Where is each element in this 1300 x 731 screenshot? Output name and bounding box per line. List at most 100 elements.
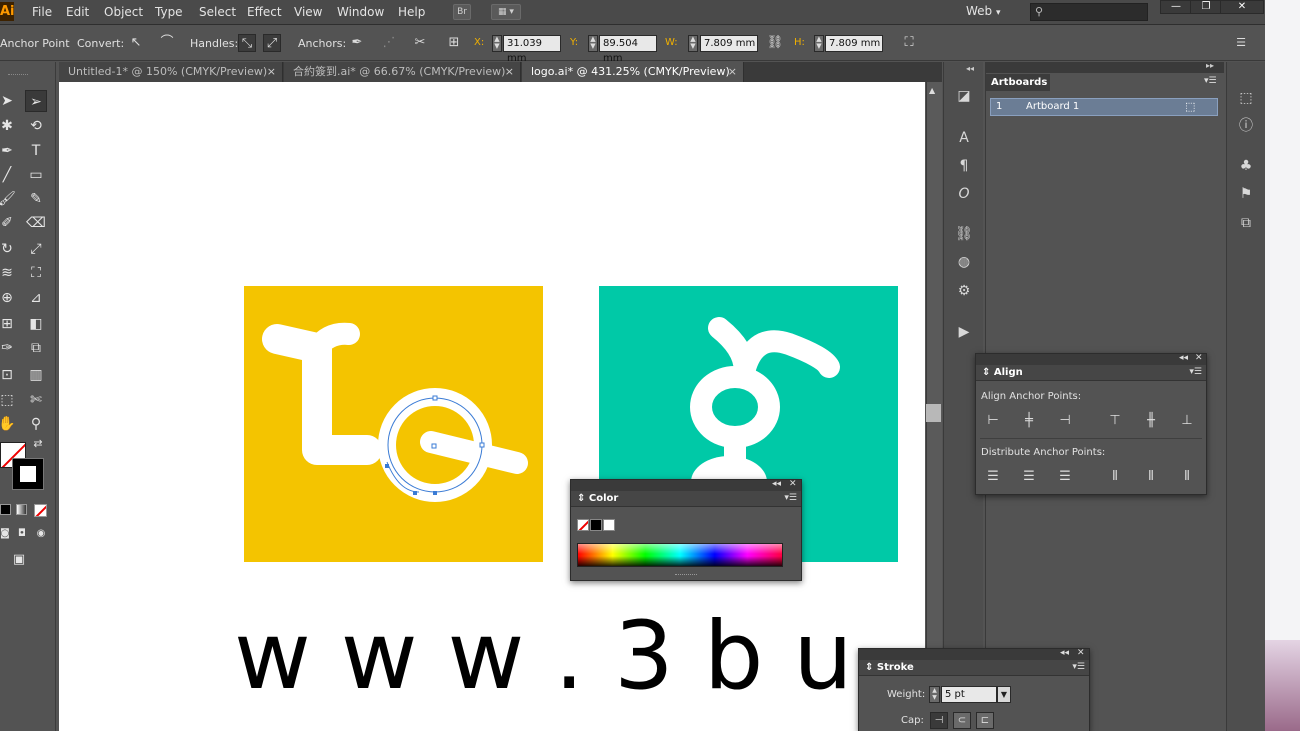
blend-tool-icon[interactable]: ⧉ [25, 337, 47, 359]
align-right-icon[interactable]: ⊣ [1054, 411, 1076, 431]
tab-contract[interactable]: 合約簽到.ai* @ 66.67% (CMYK/Preview) × [284, 62, 521, 82]
document-info-icon[interactable]: ⚙ [954, 281, 974, 301]
h-stepper[interactable]: ▲ ▼ [814, 35, 824, 52]
artboard-tool-icon[interactable]: ⬚ [0, 389, 18, 411]
distribute-right-icon[interactable]: ⫴ [1176, 467, 1198, 487]
slice-tool-icon[interactable]: ✄ [25, 389, 47, 411]
show-handles-icon[interactable]: ⤡ [238, 34, 256, 52]
remove-anchor-icon[interactable]: ✒ [348, 34, 366, 52]
x-field[interactable]: 31.039 mm [503, 35, 561, 64]
image-trace-icon[interactable]: ◍ [954, 252, 974, 272]
screen-mode-icon[interactable]: ▣ [8, 549, 30, 571]
menu-view[interactable]: View [294, 5, 322, 19]
close-icon[interactable]: ✕ [789, 479, 797, 489]
stroke-swatch[interactable] [12, 458, 44, 490]
panel-menu-icon[interactable]: ▾☰ [1072, 662, 1085, 672]
artboards-tab[interactable]: Artboards [986, 74, 1050, 91]
align-panel-title[interactable]: ⇕ Align [982, 367, 1023, 378]
restore-button[interactable]: ❐ [1190, 0, 1222, 14]
distribute-top-icon[interactable]: ☰ [982, 467, 1004, 487]
draw-normal-icon[interactable]: ◙ [0, 526, 13, 542]
minimize-button[interactable]: — [1160, 0, 1192, 14]
shape-builder-icon[interactable]: ⊕ [0, 287, 18, 309]
black-swatch[interactable] [590, 519, 602, 531]
align-vertical-center-icon[interactable]: ╫ [1140, 411, 1162, 431]
tab-untitled[interactable]: Untitled-1* @ 150% (CMYK/Preview) × [59, 62, 283, 82]
weight-dropdown-icon[interactable]: ▼ [997, 686, 1011, 703]
rectangle-tool-icon[interactable]: ▭ [25, 164, 47, 186]
mesh-tool-icon[interactable]: ⊞ [0, 313, 18, 335]
distribute-bottom-icon[interactable]: ☰ [1054, 467, 1076, 487]
symbols-icon[interactable]: ♣ [1236, 156, 1256, 176]
line-tool-icon[interactable]: ╱ [0, 164, 18, 186]
align-top-icon[interactable]: ⊤ [1104, 411, 1126, 431]
blob-brush-icon[interactable]: ✐ [0, 212, 18, 234]
opentype-icon[interactable]: O [954, 184, 974, 204]
stroke-panel-title[interactable]: ⇕ Stroke [865, 662, 914, 673]
menu-type[interactable]: Type [155, 5, 183, 19]
draw-behind-icon[interactable]: ◘ [14, 526, 30, 542]
type-tool-icon[interactable]: T [25, 140, 47, 162]
warp-tool-icon[interactable]: ≋ [0, 262, 18, 284]
rotate-tool-icon[interactable]: ↻ [0, 238, 18, 260]
collapse-icon[interactable]: ◂◂ [966, 64, 974, 73]
swap-fill-stroke-icon[interactable]: ⇄ [30, 436, 46, 452]
panel-menu-icon[interactable]: ▾☰ [784, 493, 797, 503]
artboards-icon[interactable]: ⬚ [1236, 88, 1256, 108]
links-icon[interactable]: ⛓ [954, 224, 974, 244]
character-icon[interactable]: A [954, 128, 974, 148]
brushes-icon[interactable]: ⚑ [1236, 184, 1256, 204]
round-cap-icon[interactable]: ⊂ [953, 712, 971, 729]
cut-path-icon[interactable]: ✂ [411, 34, 429, 52]
search-input[interactable]: ⚲ [1030, 3, 1148, 21]
panel-menu-icon[interactable]: ☰ [1232, 34, 1250, 52]
x-stepper[interactable]: ▲ ▼ [492, 35, 502, 52]
align-bottom-icon[interactable]: ⊥ [1176, 411, 1198, 431]
column-graph-icon[interactable]: ▥ [25, 364, 47, 386]
distribute-left-icon[interactable]: ⫴ [1104, 467, 1126, 487]
scroll-thumb[interactable] [926, 404, 941, 422]
paragraph-icon[interactable]: ¶ [954, 156, 974, 176]
color-mode-icon[interactable] [0, 504, 11, 515]
menu-select[interactable]: Select [199, 5, 236, 19]
draw-inside-icon[interactable]: ◉ [33, 526, 49, 542]
perspective-grid-icon[interactable]: ⊿ [25, 287, 47, 309]
hide-handles-icon[interactable]: ⤢ [263, 34, 281, 52]
panel-menu-icon[interactable]: ▾☰ [1204, 76, 1217, 86]
resize-grip[interactable] [675, 574, 697, 578]
paintbrush-icon[interactable]: 🖌 [0, 188, 18, 210]
y-stepper[interactable]: ▲ ▼ [588, 35, 598, 52]
collapse-icon[interactable]: ◂◂ [1179, 353, 1188, 363]
reference-point-icon[interactable]: ⊞ [445, 34, 463, 52]
convert-smooth-icon[interactable]: ⌒ [158, 34, 176, 52]
lasso-icon[interactable]: ⟲ [25, 115, 47, 137]
distribute-hcenter-icon[interactable]: ⫴ [1140, 467, 1162, 487]
connect-anchors-icon[interactable]: ⋰ [380, 34, 398, 52]
symbol-sprayer-icon[interactable]: ⊡ [0, 364, 18, 386]
artboard-canvas[interactable]: w w w . 3 b u [59, 82, 925, 731]
menu-edit[interactable]: Edit [66, 5, 89, 19]
weight-stepper[interactable]: ▲ ▼ [929, 686, 940, 703]
gradient-mode-icon[interactable] [16, 504, 27, 515]
arrange-documents-button[interactable]: ▦ ▾ [491, 4, 521, 20]
bridge-button[interactable]: Br [453, 4, 471, 20]
menu-effect[interactable]: Effect [247, 5, 282, 19]
h-field[interactable]: 7.809 mm [825, 35, 883, 52]
magic-wand-icon[interactable]: ✱ [0, 115, 18, 137]
tab-logo[interactable]: logo.ai* @ 431.25% (CMYK/Preview) × [522, 62, 744, 82]
close-button[interactable]: ✕ [1220, 0, 1264, 14]
collapse-icon[interactable]: ◂◂ [772, 479, 781, 489]
eyedropper-icon[interactable]: ✑ [0, 337, 18, 359]
panel-menu-icon[interactable]: ▾☰ [1189, 367, 1202, 377]
transparency-icon[interactable]: ◪ [954, 86, 974, 106]
white-swatch[interactable] [603, 519, 615, 531]
color-spectrum[interactable] [577, 543, 783, 567]
zoom-tool-icon[interactable]: ⚲ [25, 413, 47, 435]
transform-icon[interactable]: ⛶ [900, 34, 918, 52]
menu-object[interactable]: Object [104, 5, 143, 19]
actions-icon[interactable]: ▶ [954, 322, 974, 342]
distribute-vcenter-icon[interactable]: ☰ [1018, 467, 1040, 487]
free-transform-icon[interactable]: ⛶ [25, 262, 47, 284]
projecting-cap-icon[interactable]: ⊏ [976, 712, 994, 729]
direct-selection-tool-icon[interactable]: ➢ [25, 90, 47, 112]
